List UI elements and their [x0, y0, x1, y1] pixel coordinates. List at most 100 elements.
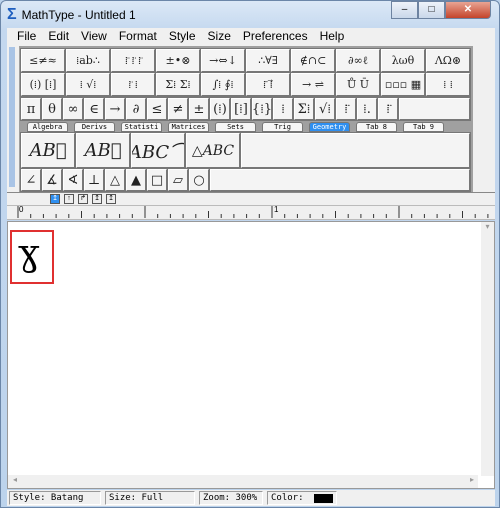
- menu-edit[interactable]: Edit: [42, 28, 75, 45]
- mathtype-window: Σ MathType - Untitled 1 – □ ✕ File Edit Vi…: [0, 0, 500, 508]
- palette-button[interactable]: ⁞̄ ⁞⃗: [246, 73, 290, 96]
- empty-slot: [210, 169, 470, 191]
- tab-statisti[interactable]: Statisti: [121, 122, 162, 132]
- nudge-button[interactable]: ↱: [78, 194, 88, 204]
- menu-view[interactable]: View: [75, 28, 113, 45]
- palette-row-2: (⁞) [⁞] ⁞ √⁞ ⁞̈ ⁞ Σ⁞ Σ⁞ ∫⁞ ∮⁞ ⁞̄ ⁞⃗ → ⇌ Ů Ū ▫▫▫ …: [20, 72, 471, 97]
- tab-sets[interactable]: Sets: [215, 122, 256, 132]
- palette-button[interactable]: ∂∞ℓ: [336, 49, 380, 72]
- symbol-button[interactable]: ⁞: [273, 98, 293, 120]
- status-color-label: Color:: [271, 493, 304, 503]
- window-title: MathType - Untitled 1: [21, 8, 136, 22]
- symbol-button[interactable]: ≤: [147, 98, 167, 120]
- tab-tab-9[interactable]: Tab 9: [403, 122, 444, 132]
- menu-file[interactable]: File: [11, 28, 42, 45]
- menu-bar: File Edit View Format Style Size Preferences He…: [7, 28, 495, 45]
- symbol-button[interactable]: √⁞: [315, 98, 335, 120]
- template-button[interactable]: AB⃗: [21, 133, 75, 168]
- palette-button[interactable]: λωθ: [381, 49, 425, 72]
- palette-tabs: Algebra Derivs Statisti Matrices Sets Trig Geo…: [27, 122, 444, 132]
- symbol-button[interactable]: π: [21, 98, 41, 120]
- ruler-mark-1: 1: [274, 205, 279, 214]
- menu-size[interactable]: Size: [202, 28, 237, 45]
- vertical-scrollbar[interactable]: ▾: [481, 222, 494, 476]
- symbol-button[interactable]: ∈: [84, 98, 104, 120]
- template-button[interactable]: △ABC: [186, 133, 240, 168]
- palette-button[interactable]: ⁞̈ ⁞̈ ⁞̈: [111, 49, 155, 72]
- symbol-button[interactable]: Σ⁞: [294, 98, 314, 120]
- menu-format[interactable]: Format: [113, 28, 163, 45]
- tab-matrices[interactable]: Matrices: [168, 122, 209, 132]
- symbol-button[interactable]: →: [105, 98, 125, 120]
- toolbar-area: ≤≠≈ ⁞ab∴ ⁞̈ ⁞̈ ⁞̈ ±•⊗ →⇔↓ ∴∀∃ ∉∩⊂ ∂∞ℓ λωθ ΛΩ⊛ (⁞)…: [7, 45, 495, 192]
- tab-algebra[interactable]: Algebra: [27, 122, 68, 132]
- minimize-button[interactable]: –: [391, 1, 418, 19]
- tab-trig[interactable]: Trig: [262, 122, 303, 132]
- palette-button[interactable]: Σ⁞ Σ⁞: [156, 73, 200, 96]
- geometry-symbol-button[interactable]: ▲: [126, 169, 146, 191]
- tab-geometry[interactable]: Geometry: [309, 122, 350, 132]
- status-bar: Style: Batang Size: Full Zoom: 300% Colo…: [7, 490, 495, 506]
- palette-button[interactable]: ∫⁞ ∮⁞: [201, 73, 245, 96]
- symbol-button[interactable]: θ: [42, 98, 62, 120]
- symbol-button[interactable]: ≠: [168, 98, 188, 120]
- tab-tab-8[interactable]: Tab 8: [356, 122, 397, 132]
- geometry-symbol-button[interactable]: ⊥: [84, 169, 104, 191]
- nudge-button[interactable]: ↥: [50, 194, 60, 204]
- empty-slot: [399, 98, 470, 120]
- horizontal-scrollbar[interactable]: ◂ ▸: [8, 475, 478, 488]
- geometry-symbol-button[interactable]: ∡: [42, 169, 62, 191]
- title-bar: Σ MathType - Untitled 1: [7, 5, 136, 25]
- palette-button[interactable]: ∴∀∃: [246, 49, 290, 72]
- ruler: 0 1: [7, 205, 495, 220]
- status-size: Size: Full: [105, 491, 195, 505]
- nudge-button[interactable]: ↑: [64, 194, 74, 204]
- symbol-button[interactable]: {⁞}: [252, 98, 272, 120]
- geometry-symbol-button[interactable]: ∠: [21, 169, 41, 191]
- palette-button[interactable]: ≤≠≈: [21, 49, 65, 72]
- symbol-button[interactable]: ∞: [63, 98, 83, 120]
- maximize-button[interactable]: □: [418, 1, 445, 19]
- palette-button[interactable]: ∉∩⊂: [291, 49, 335, 72]
- symbol-button[interactable]: ∂: [126, 98, 146, 120]
- symbol-button[interactable]: ⁞̈: [336, 98, 356, 120]
- palette-button[interactable]: ⁞̈ ⁞: [111, 73, 155, 96]
- scroll-right-icon[interactable]: ▸: [470, 475, 474, 484]
- nudge-button[interactable]: ↥: [106, 194, 116, 204]
- palette-button[interactable]: ⁞ √⁞: [66, 73, 110, 96]
- geometry-symbol-button[interactable]: □: [147, 169, 167, 191]
- palette-button[interactable]: →⇔↓: [201, 49, 245, 72]
- symbol-button[interactable]: ±: [189, 98, 209, 120]
- menu-style[interactable]: Style: [163, 28, 202, 45]
- symbol-button[interactable]: ⁞̈: [378, 98, 398, 120]
- menu-help[interactable]: Help: [314, 28, 351, 45]
- mathtype-logo-icon: Σ: [7, 6, 17, 23]
- geometry-symbol-button[interactable]: ∢: [63, 169, 83, 191]
- menu-preferences[interactable]: Preferences: [237, 28, 314, 45]
- template-button[interactable]: ABC⌒: [131, 133, 185, 168]
- palette-button[interactable]: ±•⊗: [156, 49, 200, 72]
- palette-button[interactable]: ▫▫▫ ▦: [381, 73, 425, 96]
- palette-button[interactable]: (⁞) [⁞]: [21, 73, 65, 96]
- equation-editor[interactable]: ɣ ▾ ◂ ▸: [7, 221, 495, 489]
- palette-button[interactable]: ⁞ ⁞: [426, 73, 470, 96]
- symbol-button[interactable]: ⁞.: [357, 98, 377, 120]
- template-button[interactable]: AB⃡: [76, 133, 130, 168]
- scroll-down-icon[interactable]: ▾: [485, 222, 489, 231]
- palette-button[interactable]: ΛΩ⊛: [426, 49, 470, 72]
- nudge-button[interactable]: ↥: [92, 194, 102, 204]
- palette-row-3: π θ ∞ ∈ → ∂ ≤ ≠ ± (⁞) [⁞] {⁞} ⁞ Σ⁞ √⁞ ⁞̈ ⁞. ⁞̈: [20, 97, 471, 121]
- scroll-left-icon[interactable]: ◂: [13, 475, 17, 484]
- geometry-symbol-button[interactable]: ▱: [168, 169, 188, 191]
- geometry-symbol-button[interactable]: ○: [189, 169, 209, 191]
- nudge-bar: ↥ ↑ ↱ ↥ ↥: [7, 192, 495, 205]
- close-button[interactable]: ✕: [445, 1, 491, 19]
- geometry-symbol-button[interactable]: △: [105, 169, 125, 191]
- equation-content[interactable]: ɣ: [18, 233, 40, 274]
- tab-derivs[interactable]: Derivs: [74, 122, 115, 132]
- symbol-button[interactable]: (⁞): [210, 98, 230, 120]
- palette-button[interactable]: Ů Ū: [336, 73, 380, 96]
- palette-button[interactable]: ⁞ab∴: [66, 49, 110, 72]
- palette-button[interactable]: → ⇌: [291, 73, 335, 96]
- symbol-button[interactable]: [⁞]: [231, 98, 251, 120]
